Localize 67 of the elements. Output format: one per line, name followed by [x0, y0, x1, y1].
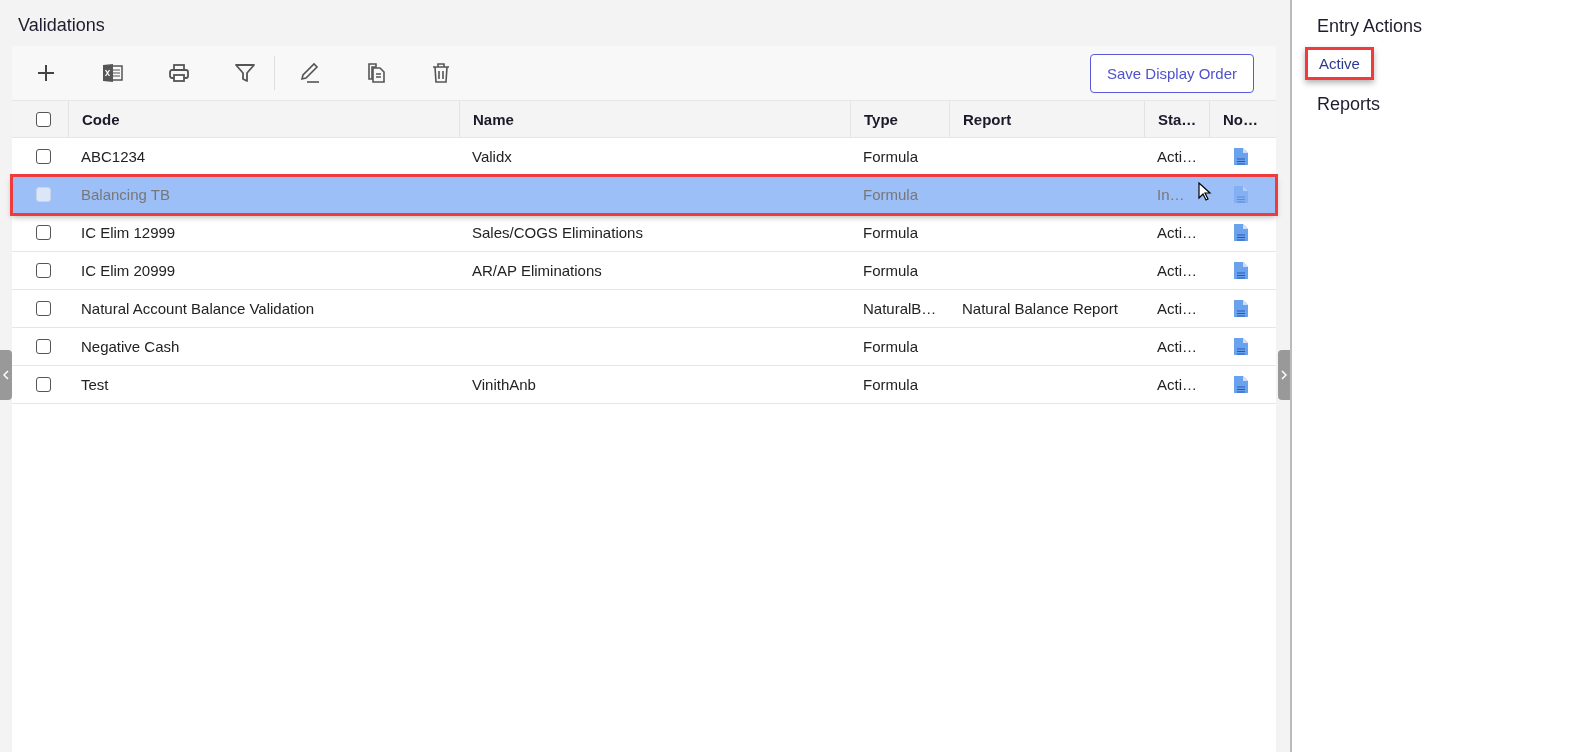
table-cell: Formula — [863, 224, 918, 241]
expand-handle[interactable] — [1278, 350, 1290, 400]
row-checkbox[interactable] — [35, 225, 51, 240]
column-header[interactable]: No… — [1209, 101, 1274, 137]
panel-heading: Reports — [1317, 93, 1381, 116]
table-cell: Formula — [863, 186, 918, 203]
table-cell: Formula — [863, 148, 918, 165]
table-cell: Formula — [863, 376, 918, 393]
table-cell: IC Elim 20999 — [81, 262, 176, 279]
table-row[interactable]: Negative Cash Formula Acti… — [12, 328, 1276, 366]
table-row[interactable]: IC Elim 12999 Sales/COGS Eliminations Formula Acti… — [12, 214, 1276, 252]
table-cell: VinithAnb — [472, 376, 536, 393]
table-row[interactable]: Natural Account Balance Validation NaturalB… Natural Balance Report Acti… — [12, 290, 1276, 328]
table-cell: Natural Balance Report — [962, 300, 1118, 317]
action-link[interactable]: Active — [1305, 47, 1374, 80]
chevron-right-icon — [1281, 370, 1287, 380]
collapse-handle[interactable] — [0, 350, 12, 400]
document-icon[interactable] — [1233, 261, 1249, 280]
column-header[interactable]: Code — [68, 101, 459, 137]
save-display-order-button[interactable]: Save Display Order — [1089, 53, 1254, 93]
table-cell: In… — [1157, 186, 1185, 203]
document-icon[interactable] — [1233, 337, 1249, 356]
table-cell: Acti… — [1157, 376, 1197, 393]
column-header[interactable]: Sta… — [1144, 101, 1209, 137]
table-row[interactable]: Test VinithAnb Formula Acti… — [12, 366, 1276, 404]
table-cell: Sales/COGS Eliminations — [472, 224, 643, 241]
printer-icon — [168, 63, 190, 83]
trash-icon — [431, 62, 451, 84]
document-icon[interactable] — [1233, 375, 1249, 394]
table-cell: Acti… — [1157, 262, 1197, 279]
panel-heading: Entry Actions — [1317, 15, 1423, 38]
table-cell: Acti… — [1157, 224, 1197, 241]
page-title: Validations — [17, 14, 106, 37]
table-row[interactable]: IC Elim 20999 AR/AP Eliminations Formula Acti… — [12, 252, 1276, 290]
copy-icon — [365, 62, 387, 84]
select-all-checkbox[interactable] — [35, 111, 51, 127]
row-checkbox[interactable] — [35, 301, 51, 316]
table-cell: NaturalB… — [863, 300, 937, 317]
column-header[interactable]: Report — [949, 101, 1144, 137]
table-cell: Acti… — [1157, 338, 1197, 355]
filter-icon — [234, 63, 256, 83]
chevron-left-icon — [3, 370, 9, 380]
plus-icon — [36, 63, 56, 83]
spreadsheet-icon — [102, 63, 124, 83]
pencil-icon — [299, 62, 321, 84]
table-cell: Negative Cash — [81, 338, 180, 355]
mouse-cursor-icon — [1198, 182, 1212, 202]
table-cell: Balancing TB — [81, 186, 170, 203]
table-cell: Formula — [863, 262, 918, 279]
row-checkbox[interactable] — [35, 377, 51, 392]
column-header[interactable]: Type — [850, 101, 949, 137]
table-cell: Formula — [863, 338, 918, 355]
table-cell: IC Elim 12999 — [81, 224, 176, 241]
table-cell: Validx — [472, 148, 512, 165]
document-icon[interactable] — [1233, 147, 1249, 166]
column-header[interactable]: Name — [459, 101, 850, 137]
document-icon[interactable] — [1233, 223, 1249, 242]
table-cell: Acti… — [1157, 300, 1197, 317]
document-icon[interactable] — [1233, 299, 1249, 318]
table-cell: Test — [81, 376, 109, 393]
row-checkbox[interactable] — [35, 263, 51, 278]
row-checkbox[interactable] — [35, 149, 51, 164]
table-cell: ABC1234 — [81, 148, 146, 165]
table-cell: AR/AP Eliminations — [472, 262, 602, 279]
table-cell: Acti… — [1157, 148, 1197, 165]
row-checkbox[interactable] — [35, 339, 51, 354]
table-cell: Natural Account Balance Validation — [81, 300, 315, 317]
